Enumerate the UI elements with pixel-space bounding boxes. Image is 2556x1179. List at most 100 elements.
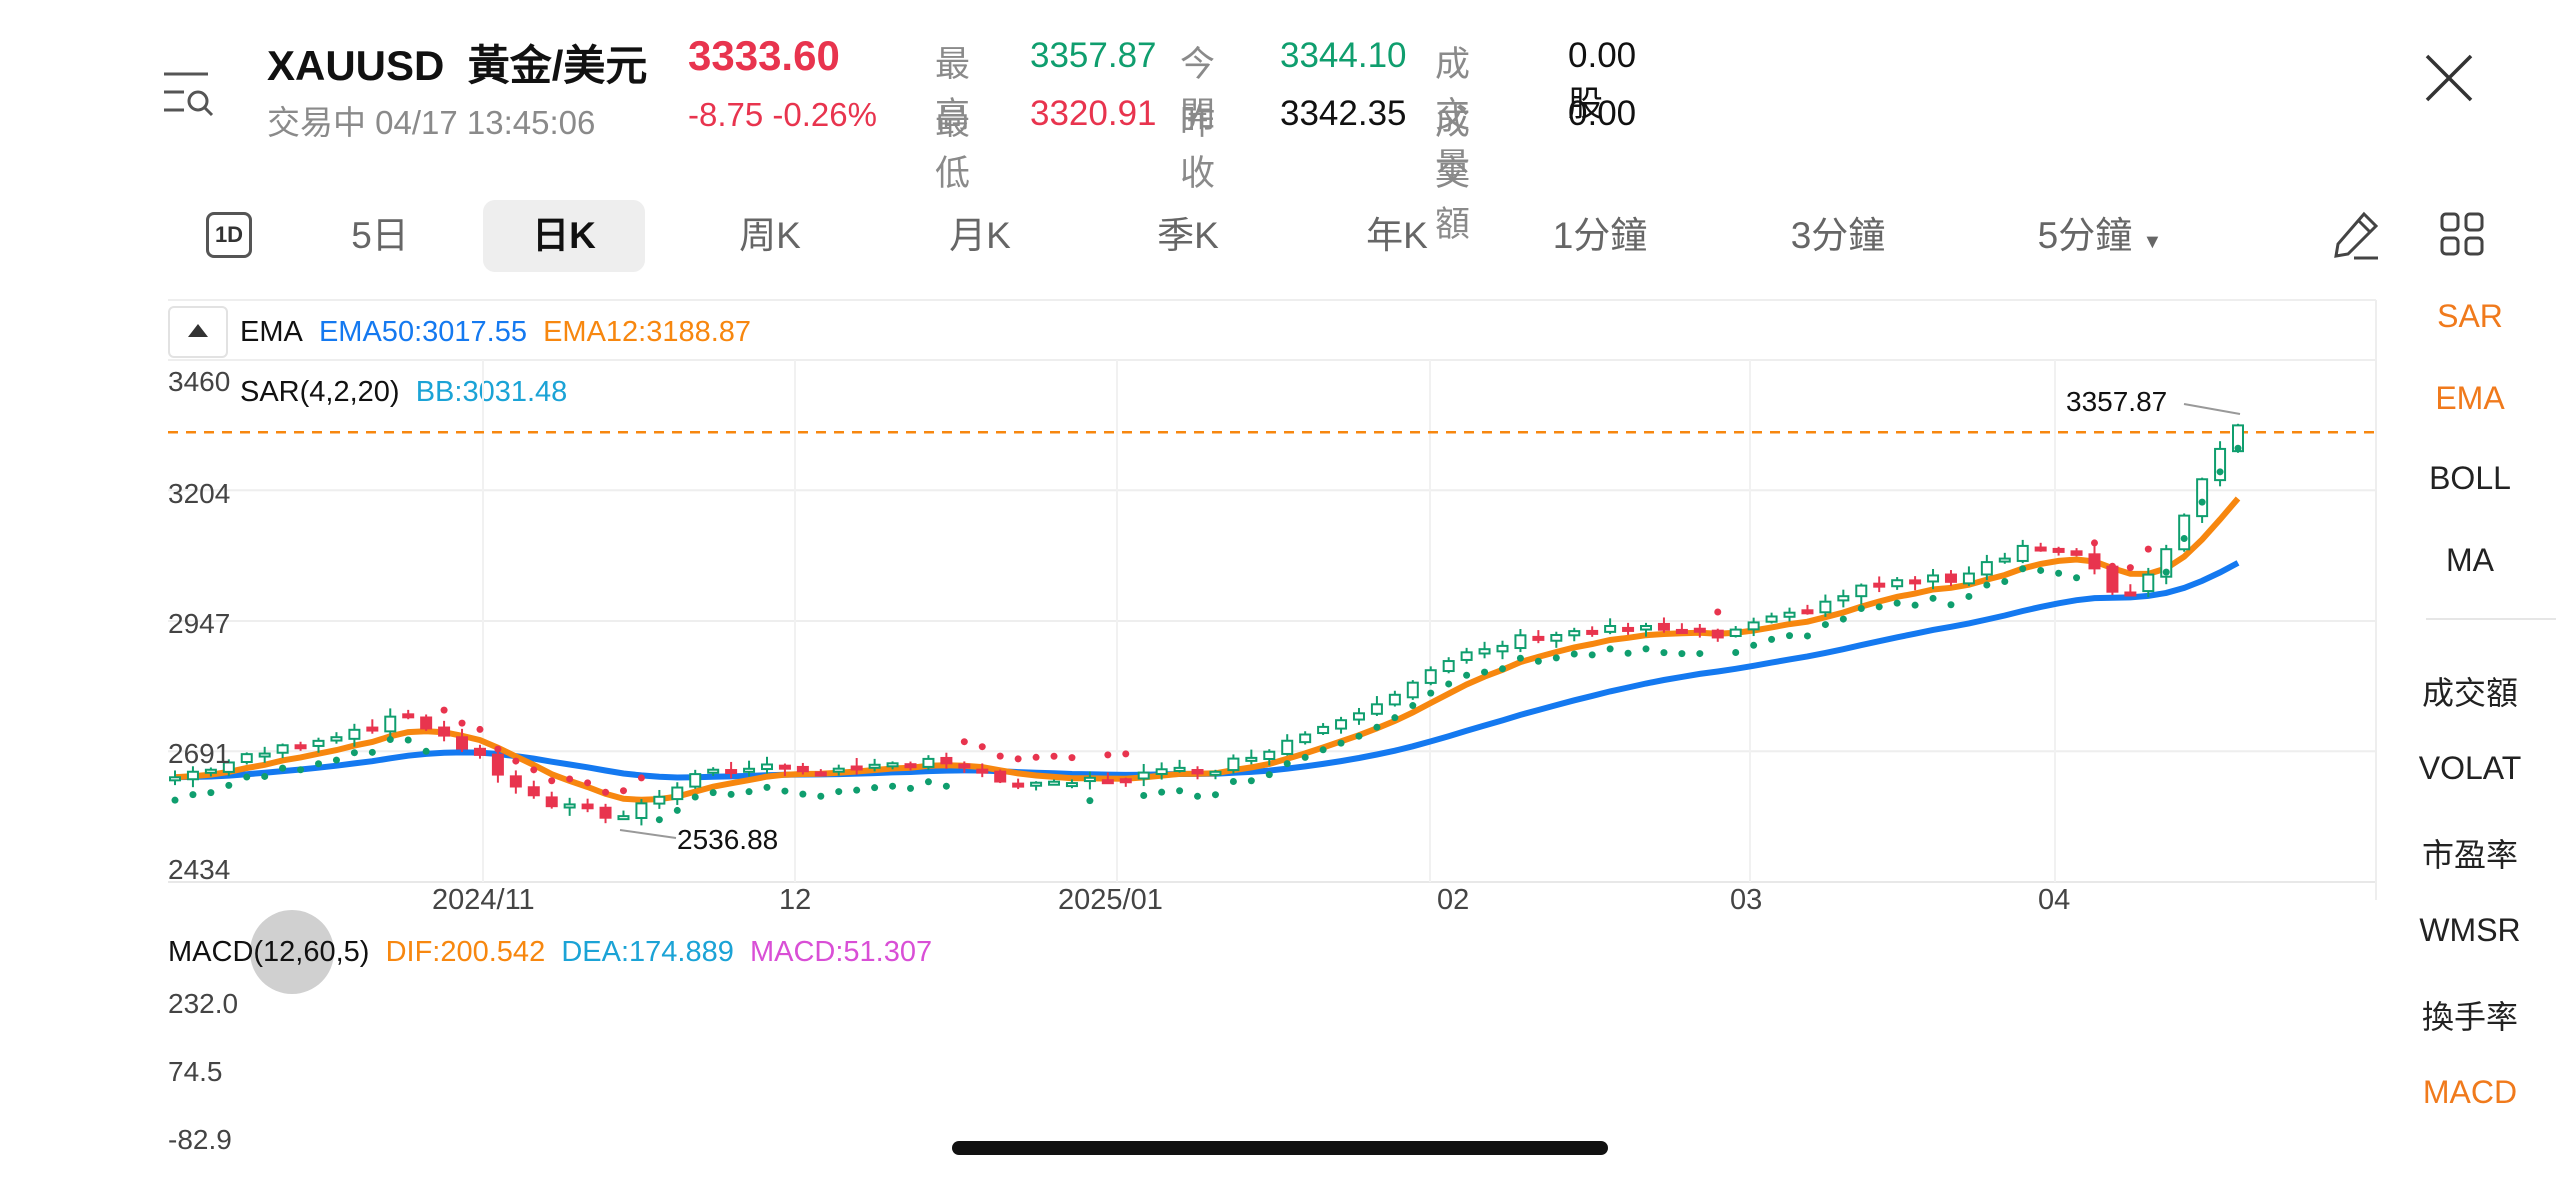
- candle-body: [276, 744, 289, 754]
- candle-body: [1675, 628, 1688, 634]
- indicator-volat[interactable]: VOLAT: [2380, 750, 2556, 787]
- candle-body: [1155, 768, 1168, 775]
- sar-dot: [2055, 569, 2063, 577]
- candle-body: [1783, 611, 1796, 618]
- sar-dot: [853, 786, 861, 794]
- price-chart[interactable]: [0, 0, 2400, 900]
- indicator-boll[interactable]: BOLL: [2380, 460, 2556, 497]
- sar-dot: [1696, 650, 1704, 658]
- ema50-line: [174, 560, 2240, 781]
- sar-dot: [1086, 797, 1094, 805]
- candle-body: [760, 763, 773, 771]
- sar-dot: [1014, 755, 1022, 763]
- y-tick-2947: 2947: [168, 608, 231, 639]
- candle-body: [1962, 572, 1975, 585]
- close-icon[interactable]: [2423, 52, 2475, 104]
- candle-body: [1693, 627, 1706, 633]
- candle-body: [1370, 703, 1383, 715]
- candle-body: [1388, 693, 1401, 706]
- sar-dot: [1714, 608, 1722, 616]
- indicator-ma[interactable]: MA: [2380, 542, 2556, 579]
- sar-dot: [781, 787, 789, 795]
- candle-body: [1640, 624, 1653, 631]
- indicator-pe[interactable]: 市盈率: [2380, 830, 2556, 876]
- sar-dot: [368, 748, 376, 756]
- sar-dot: [996, 752, 1004, 760]
- sar-dot: [1768, 635, 1776, 643]
- sar-dot: [1534, 657, 1542, 665]
- sar-dot: [440, 706, 448, 714]
- sar-dot: [2126, 564, 2134, 572]
- sar-dot: [2216, 468, 2224, 476]
- candle-body: [868, 763, 881, 769]
- indicator-turnover-rate[interactable]: 換手率: [2380, 992, 2556, 1038]
- macd-y-tick-74: 74.5: [168, 1056, 223, 1087]
- indicator-ema[interactable]: EMA: [2380, 380, 2556, 417]
- sar-dot: [602, 788, 610, 796]
- candle-body: [1406, 681, 1419, 699]
- sar-dot: [1355, 732, 1363, 740]
- home-indicator[interactable]: [952, 1141, 1608, 1155]
- y-tick-2434: 2434: [168, 854, 231, 885]
- sar-dot: [835, 788, 843, 796]
- candle-body: [1944, 573, 1957, 583]
- sar-dot: [171, 796, 179, 804]
- candle-body: [563, 803, 576, 809]
- sar-dot: [2144, 545, 2152, 553]
- sar-dot: [207, 789, 215, 797]
- sar-dot: [673, 806, 681, 814]
- sar-dot: [1552, 654, 1560, 662]
- sar-dot: [1750, 641, 1758, 649]
- sar-dot: [350, 749, 358, 757]
- sar-dot: [404, 736, 412, 744]
- candle-body: [725, 769, 738, 775]
- sar-dot: [619, 787, 627, 795]
- sar-dot: [2001, 577, 2009, 585]
- sar-dot: [637, 774, 645, 782]
- candle-body: [743, 767, 756, 773]
- sar-dot: [1983, 581, 1991, 589]
- candle-body: [1657, 622, 1670, 631]
- candle-body: [1442, 660, 1455, 673]
- sar-dot: [1391, 714, 1399, 722]
- sar-dot: [584, 779, 592, 787]
- sar-dot: [1337, 739, 1345, 747]
- candle-body: [438, 726, 451, 737]
- candle-body: [1568, 630, 1581, 637]
- candle-body: [186, 770, 199, 781]
- candle-body: [922, 757, 935, 768]
- x-tick-2025-01: 2025/01: [1058, 884, 1163, 916]
- candle-body: [1514, 634, 1527, 650]
- grid-layout-icon[interactable]: [2440, 212, 2484, 256]
- indicator-turnover[interactable]: 成交額: [2380, 668, 2556, 714]
- sar-dot: [2073, 574, 2081, 582]
- sar-dot: [566, 775, 574, 783]
- indicator-macd[interactable]: MACD: [2380, 1074, 2556, 1111]
- candle-body: [599, 806, 612, 819]
- candle-body: [2088, 553, 2101, 570]
- candle-body: [653, 795, 666, 805]
- low-pointer-line: [619, 829, 677, 839]
- sar-dot: [799, 790, 807, 798]
- candle-body: [1012, 782, 1025, 788]
- indicator-wmsr[interactable]: WMSR: [2380, 912, 2556, 949]
- candle-body: [1891, 579, 1904, 588]
- indicator-sar[interactable]: SAR: [2380, 298, 2556, 335]
- candle-body: [1317, 725, 1330, 735]
- high-label: 3357.87: [2066, 386, 2168, 417]
- sar-dot: [1050, 752, 1058, 760]
- sar-dot: [1732, 648, 1740, 656]
- sar-dot: [871, 784, 879, 792]
- candle-body: [2034, 546, 2047, 552]
- sar-dot: [1570, 650, 1578, 658]
- sar-dot: [907, 784, 915, 792]
- sar-dot: [1247, 777, 1255, 785]
- sar-dot: [1427, 689, 1435, 697]
- sar-dot: [1194, 792, 1202, 800]
- sar-dot: [2234, 444, 2242, 452]
- candle-body: [2196, 478, 2209, 518]
- sar-dot: [422, 747, 430, 755]
- candle-body: [1909, 579, 1922, 585]
- candle-body: [976, 768, 989, 774]
- sar-dot: [1301, 753, 1309, 761]
